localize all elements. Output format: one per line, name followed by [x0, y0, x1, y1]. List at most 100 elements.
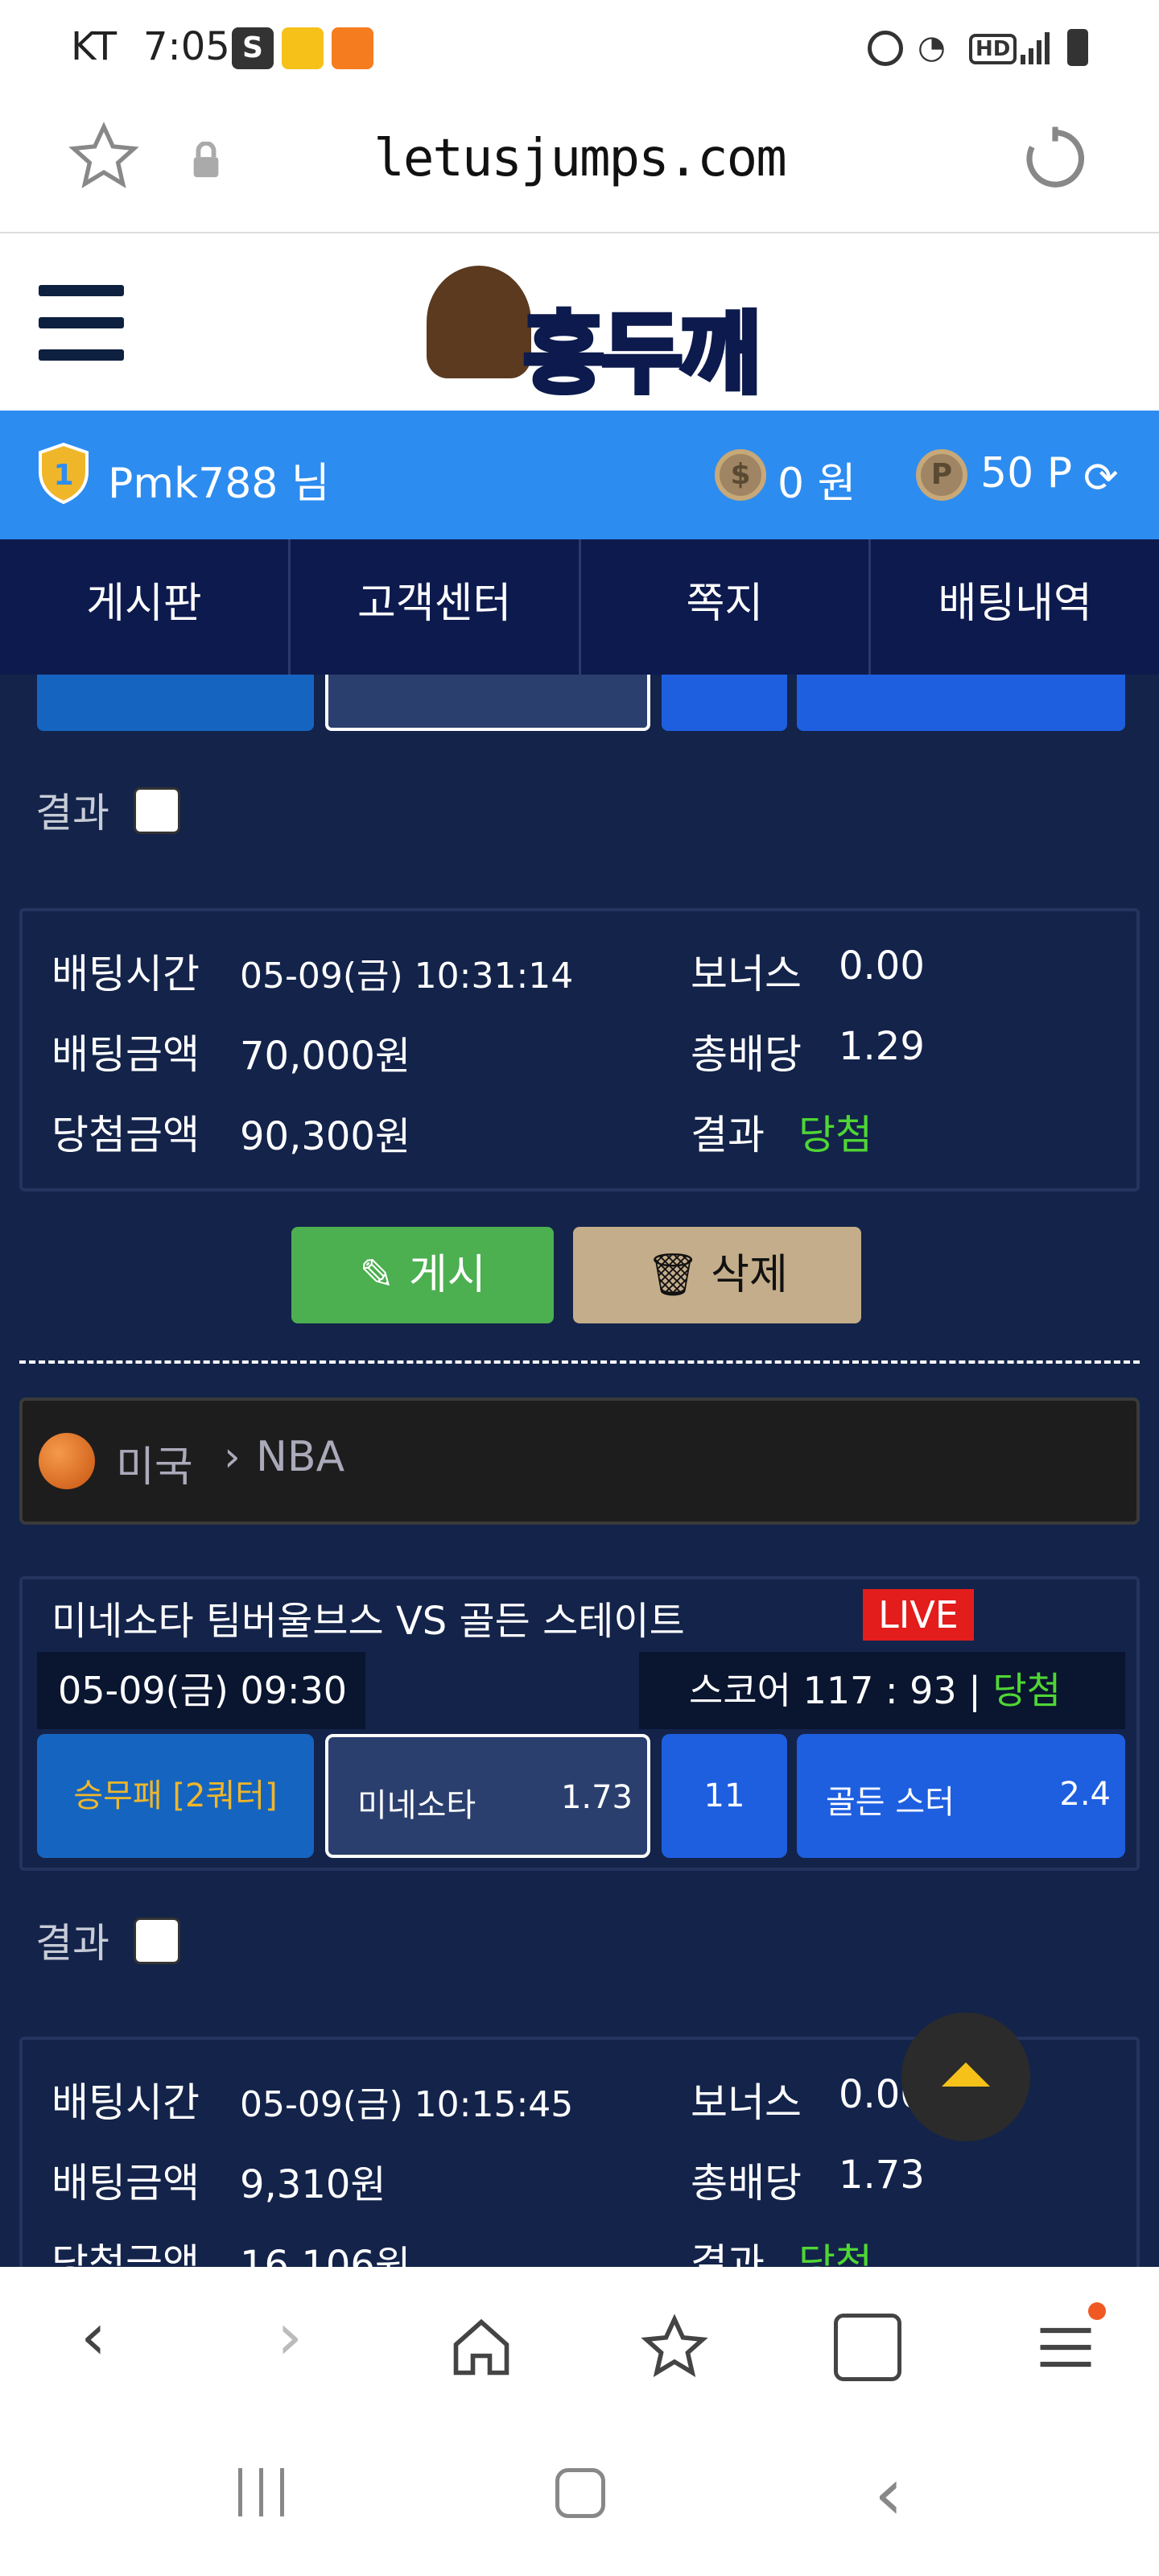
odds-away-partial[interactable] [797, 675, 1125, 731]
refresh-icon[interactable]: ⟳ [1083, 454, 1119, 502]
username: Pmk788 님 [108, 460, 330, 508]
odds-home[interactable]: 미네소타 1.73 [325, 1734, 650, 1858]
league-name: NBA [256, 1433, 345, 1481]
browser-bottom-bar: ‹ › ‹ [0, 2267, 1159, 2576]
arrow-up-icon [942, 2062, 990, 2087]
total-odds-value: 1.29 [839, 1024, 925, 1069]
section-divider [19, 1360, 1140, 1364]
bet-time-label: 배팅시간 [52, 951, 200, 997]
result-filter-label: 결과 [35, 790, 109, 836]
odds-draw[interactable]: 11 [662, 1734, 787, 1858]
menu-icon-bar [39, 317, 124, 328]
hamburger-menu-button[interactable] [0, 285, 137, 365]
market-label: 승무패 [2쿼터] [37, 1734, 314, 1858]
post-button[interactable]: ✎ 게시 [291, 1227, 554, 1323]
nav-messages[interactable]: 쪽지 [581, 539, 872, 675]
bookmarks-icon[interactable] [641, 2314, 708, 2381]
total-odds-label: 총배당 [691, 1031, 802, 1078]
point-balance: 50 P [980, 449, 1073, 497]
site-logo[interactable]: 홍두깨 [394, 266, 765, 408]
cash-coin-icon: $ [715, 449, 766, 501]
basketball-icon [39, 1433, 95, 1489]
result-filter-label-2: 결과 [35, 1920, 109, 1967]
site-header: 홍두깨 [0, 233, 1159, 411]
nav-customer-center[interactable]: 고객센터 [291, 539, 581, 675]
odds-away[interactable]: 골든 스터 2.4 [797, 1734, 1125, 1858]
browser-url-bar: letusjumps.com [0, 97, 1159, 233]
result-status-label: 결과 [691, 1112, 765, 1158]
notification-dot [1088, 2302, 1106, 2320]
status-bar: KT 7:05 S ◔ HD [0, 0, 1159, 97]
main-nav: 게시판 고객센터 쪽지 배팅내역 [0, 539, 1159, 675]
score-box: 스코어 117 : 93 | 당첨 [639, 1652, 1125, 1729]
delete-button[interactable]: 🗑 삭제 [573, 1227, 861, 1323]
scroll-top-button[interactable] [901, 2013, 1030, 2141]
league-header: 미국 › NBA [19, 1397, 1140, 1525]
win-amount-label: 당첨금액 [52, 1112, 200, 1158]
pencil-icon: ✎ [359, 1251, 394, 1299]
logo-character-icon [427, 266, 531, 378]
kb-app-icon [282, 27, 324, 69]
bonus-label: 보너스 [691, 951, 802, 997]
nav-board[interactable]: 게시판 [0, 539, 291, 675]
temu-app-icon [332, 27, 373, 69]
score-result: 당첨 [992, 1669, 1062, 1712]
match-title: 미네소타 팀버울브스 VS 골든 스테이트 [52, 1599, 685, 1644]
odds-market-partial [37, 675, 314, 731]
menu-icon[interactable] [1032, 2314, 1099, 2381]
match-time: 05-09(금) 09:30 [37, 1652, 365, 1729]
away-odds: 2.4 [1059, 1776, 1111, 1813]
nav-bet-history[interactable]: 배팅내역 [871, 539, 1159, 675]
bet-time-label-2: 배팅시간 [52, 2079, 200, 2126]
tabs-icon[interactable] [834, 2314, 901, 2381]
post-button-label: 게시 [408, 1251, 486, 1299]
home-team: 미네소타 [357, 1787, 476, 1824]
result-checkbox[interactable] [134, 787, 180, 834]
url-text[interactable]: letusjumps.com [0, 129, 1159, 188]
bet-amount: 70,000원 [240, 1034, 411, 1079]
home-icon[interactable] [448, 2314, 515, 2381]
trash-icon: 🗑 [646, 1251, 700, 1299]
home-odds: 1.73 [560, 1779, 633, 1816]
bonus-value: 0.00 [839, 943, 925, 989]
user-info-bar: 1 Pmk788 님 $ 0 원 P 50 P ⟳ [0, 411, 1159, 539]
bet-time-2: 05-09(금) 10:15:45 [240, 2084, 574, 2125]
total-odds-label-2: 총배당 [691, 2160, 802, 2207]
level-number: 1 [53, 459, 73, 492]
bonus-label-2: 보너스 [691, 2079, 802, 2126]
back-icon[interactable]: ‹ [53, 2299, 134, 2374]
cash-balance: 0 원 [777, 460, 856, 508]
total-odds-value-2: 1.73 [839, 2153, 925, 2198]
bet-time: 05-09(금) 10:31:14 [240, 956, 574, 997]
point-coin-icon: P [916, 449, 967, 501]
alarm-icon [868, 31, 903, 66]
live-badge: LIVE [863, 1589, 974, 1641]
logo-text: 홍두깨 [521, 300, 764, 408]
system-home-icon[interactable] [555, 2468, 605, 2518]
reload-icon[interactable] [1021, 124, 1090, 193]
away-team: 골든 스터 [826, 1784, 955, 1821]
signal-icon [1021, 32, 1053, 64]
bet-summary-card: 배팅시간 05-09(금) 10:31:14 보너스 0.00 배팅금액 70,… [19, 908, 1140, 1191]
bet-amount-label-2: 배팅금액 [52, 2160, 200, 2207]
odds-draw-partial[interactable] [662, 675, 787, 731]
system-back-icon[interactable]: ‹ [874, 2452, 903, 2537]
odds-row-partial [23, 675, 1136, 731]
score-text: 스코어 117 : 93 | [689, 1669, 981, 1712]
forward-icon[interactable]: › [250, 2299, 330, 2374]
win-amount: 90,300원 [240, 1114, 411, 1159]
odds-row: 승무패 [2쿼터] 미네소타 1.73 11 골든 스터 2.4 [23, 1734, 1136, 1863]
league-country: 미국 [116, 1443, 193, 1492]
recent-apps-icon[interactable] [233, 2468, 290, 2516]
level-shield-icon: 1 [37, 441, 90, 506]
odds-home-partial[interactable] [325, 675, 650, 731]
bet-amount-2: 9,310원 [240, 2162, 386, 2207]
chevron-right-icon: › [224, 1433, 241, 1481]
result-checkbox-2[interactable] [134, 1918, 180, 1964]
hd-icon: HD [969, 34, 1017, 64]
match-card: 미네소타 팀버울브스 VS 골든 스테이트 LIVE 05-09(금) 09:3… [19, 1576, 1140, 1871]
menu-icon-bar [39, 349, 124, 361]
wifi-icon: ◔ [918, 29, 946, 66]
bet-amount-label: 배팅금액 [52, 1031, 200, 1078]
clock: 7:05 [143, 24, 230, 69]
